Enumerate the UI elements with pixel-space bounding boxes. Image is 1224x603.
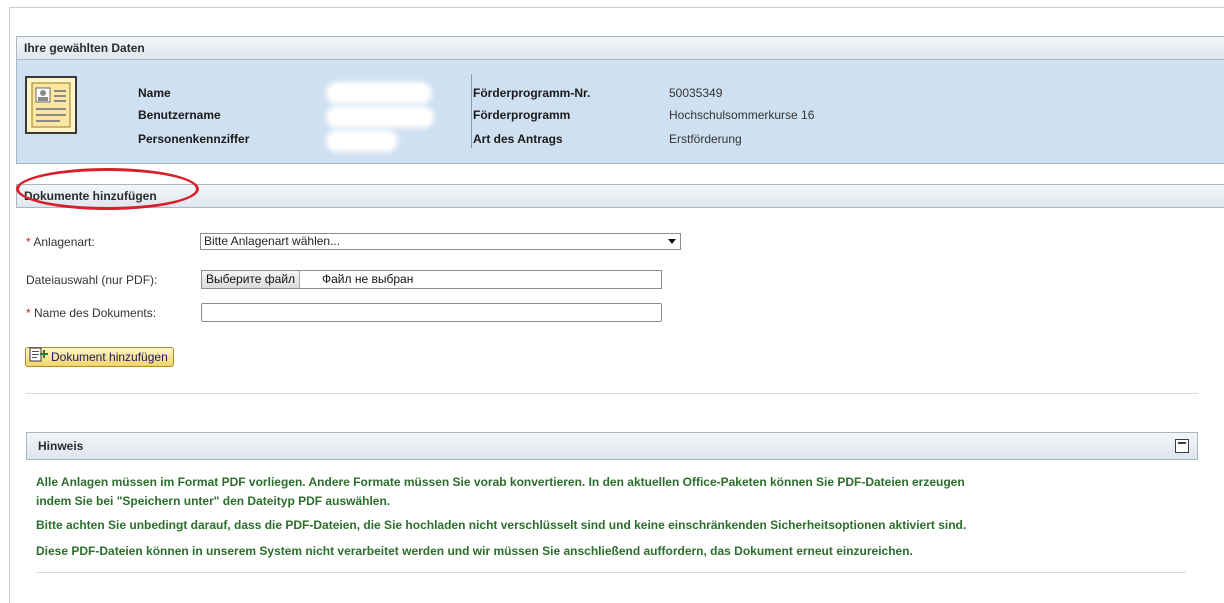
- add-document-icon: [29, 347, 49, 368]
- redacted-name: [330, 86, 428, 100]
- program-number-value: 50035349: [669, 86, 723, 100]
- selected-data-title: Ihre gewählten Daten: [24, 41, 145, 55]
- program-label: Förderprogramm: [473, 108, 571, 122]
- program-value: Hochschulsommerkurse 16: [669, 108, 815, 122]
- hint-line: indem Sie bei "Speichern unter" den Date…: [36, 494, 391, 508]
- personnel-number-label: Personenkennziffer: [138, 132, 250, 146]
- info-divider: [471, 74, 472, 148]
- hint-line: Alle Anlagen müssen im Format PDF vorlie…: [36, 475, 965, 489]
- collapse-button[interactable]: [1175, 439, 1189, 453]
- application-type-label: Art des Antrags: [473, 132, 563, 146]
- attachment-type-value: Bitte Anlagenart wählen...: [204, 234, 341, 248]
- name-label: Name: [138, 86, 171, 100]
- redacted-personnel-number: [330, 134, 394, 148]
- hint-line: Diese PDF-Dateien können in unserem Syst…: [36, 544, 913, 558]
- minimize-icon: [1178, 442, 1186, 444]
- attachment-type-label: * Anlagenart:: [26, 235, 95, 249]
- hint-header: Hinweis: [26, 432, 1198, 460]
- bottom-divider: [36, 572, 1186, 573]
- required-marker: *: [26, 306, 31, 320]
- add-document-button[interactable]: Dokument hinzufügen: [25, 347, 174, 367]
- selected-data-panel: Name Benutzername Personenkennziffer För…: [16, 60, 1224, 164]
- file-input[interactable]: Выберите файл Файл не выбран: [201, 270, 662, 289]
- program-number-label: Förderprogramm-Nr.: [473, 86, 591, 100]
- application-type-value: Erstförderung: [669, 132, 742, 146]
- username-label: Benutzername: [138, 108, 221, 122]
- hint-line: Bitte achten Sie unbedingt darauf, dass …: [36, 518, 967, 532]
- document-name-input[interactable]: [201, 303, 662, 322]
- document-name-label: * Name des Dokuments:: [26, 306, 157, 320]
- hint-title: Hinweis: [38, 439, 84, 453]
- top-strip: [9, 0, 1224, 8]
- attachment-type-select[interactable]: Bitte Anlagenart wählen...: [200, 233, 681, 250]
- choose-file-button[interactable]: Выберите файл: [202, 271, 301, 288]
- redacted-username: [330, 110, 430, 124]
- file-status: Файл не выбран: [322, 272, 414, 286]
- contact-card-icon: [25, 76, 77, 134]
- divider-line: [26, 393, 1198, 394]
- selected-data-header: Ihre gewählten Daten: [16, 36, 1224, 60]
- chevron-down-icon: [668, 239, 676, 244]
- required-marker: *: [26, 235, 31, 249]
- file-select-label: Dateiauswahl (nur PDF):: [26, 273, 158, 287]
- add-document-label: Dokument hinzufügen: [51, 350, 168, 364]
- highlight-ellipse: [16, 168, 199, 210]
